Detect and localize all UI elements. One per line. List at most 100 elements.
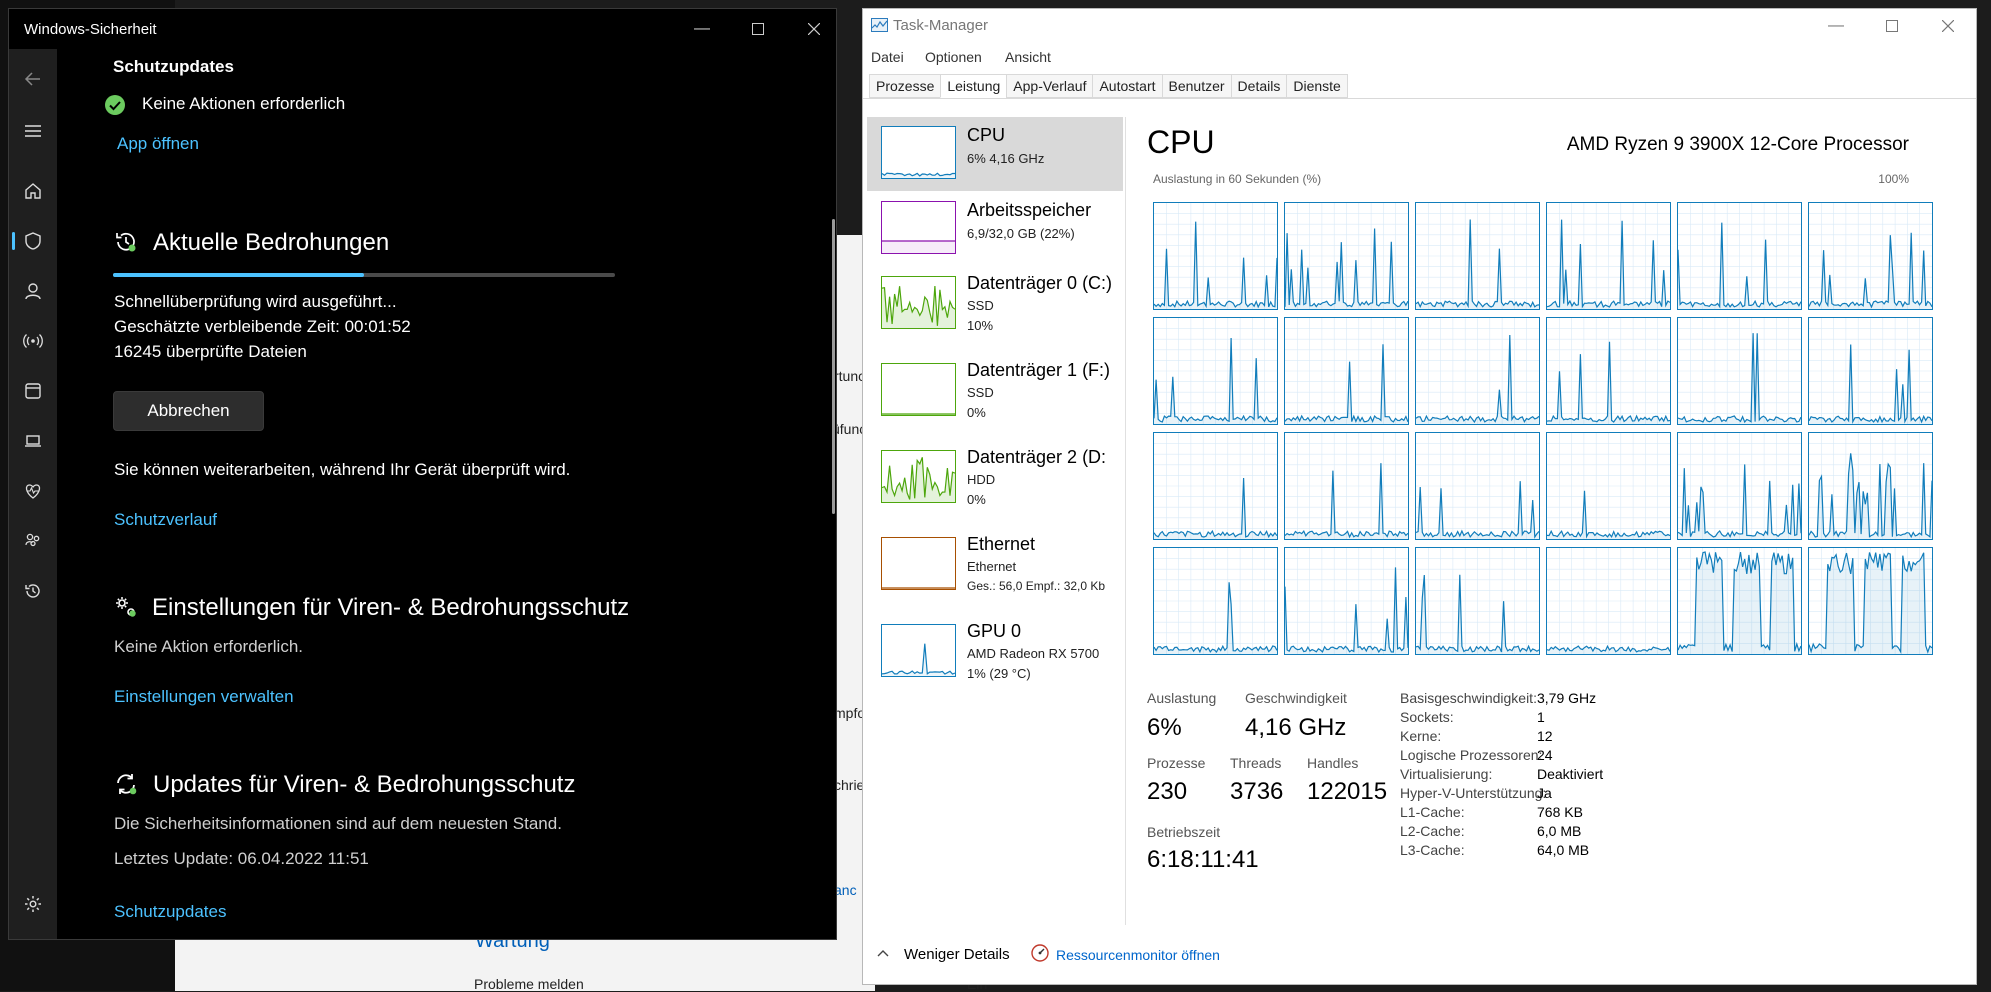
tab-services[interactable]: Dienste [1286,74,1348,98]
title-bar[interactable]: Task-Manager — [863,9,1976,41]
menu-button[interactable] [9,111,57,151]
processor-graph-canvas [1678,433,1801,539]
nav-settings[interactable] [9,884,57,924]
logical-processor-graph [1284,202,1409,310]
tab-app-history[interactable]: App-Verlauf [1006,74,1094,98]
info-label: Basisgeschwindigkeit: [1400,690,1537,706]
health-icon [25,484,41,499]
open-resource-monitor-link[interactable]: Ressourcenmonitor öffnen [1056,947,1220,963]
cancel-scan-button[interactable]: Abbrechen [113,391,264,431]
scan-note: Sie können weiterarbeiten, während Ihr G… [114,460,571,479]
tab-users[interactable]: Benutzer [1161,74,1232,98]
minimize-button[interactable]: — [679,15,725,43]
logical-processor-graph [1808,317,1933,425]
current-threats-title: Aktuelle Bedrohungen [153,229,390,256]
resource-usage: 10% [967,318,994,333]
resource-gpu[interactable]: GPU 0 AMD Radeon RX 5700 1% (29 °C) [867,615,1123,689]
processes-value: 230 [1147,778,1188,805]
resource-name: Datenträger 2 (D: [967,447,1107,467]
windows-security-window: Windows-Sicherheit — Schutzupdates Keine… [8,8,837,940]
info-value: 3,79 GHz [1537,690,1597,706]
uptime-value: 6:18:11:41 [1147,846,1259,873]
resource-usage: 1% (29 °C) [967,666,1031,681]
processor-graph-canvas [1154,203,1277,309]
logical-processor-graph [1677,432,1802,540]
resource-usage: 0% [967,492,986,507]
device-icon [25,435,41,447]
minimize-button[interactable]: — [1813,13,1859,39]
threads-label: Threads [1230,755,1282,771]
tab-startup[interactable]: Autostart [1092,74,1163,98]
nav-virus-protection[interactable] [9,221,57,261]
resource-type: SSD [967,385,994,400]
graph-area [882,643,955,676]
cpu-model: AMD Ryzen 9 3900X 12-Core Processor [1566,134,1909,155]
tab-performance[interactable]: Leistung [940,74,1008,98]
nav-device-health[interactable] [9,471,57,511]
tab-processes[interactable]: Prozesse [869,74,942,98]
disk-1-thumbnail-graph [881,363,956,416]
history-icon [25,584,40,598]
info-value: 64,0 MB [1537,842,1590,858]
info-value: 12 [1537,728,1553,744]
logical-processor-graph [1677,547,1802,655]
nav-protection-history[interactable] [9,571,57,611]
close-icon [1942,20,1954,32]
menu-file[interactable]: Datei [871,49,904,65]
task-manager-window: Task-Manager — Datei Optionen Ansicht Pr… [862,8,1977,985]
processor-graph-canvas [1809,548,1932,654]
logical-processor-graph [1153,317,1278,425]
logical-processor-graph [1284,547,1409,655]
processor-graph-canvas [1416,203,1539,309]
processor-graph-canvas [1547,548,1670,654]
close-button[interactable] [1925,13,1971,39]
manage-settings-link[interactable]: Einstellungen verwalten [114,687,294,707]
tab-details[interactable]: Details [1230,74,1288,98]
processor-graph-canvas [1809,433,1932,539]
resource-monitor-icon [1031,944,1049,962]
resource-list: CPU 6% 4,16 GHz Arbeitsspeicher 6,9/32,0… [867,117,1123,947]
scan-status-line: Schnellüberprüfung wird ausgeführt... [114,292,397,311]
gpu-thumbnail-graph [881,624,956,677]
processor-graph-canvas [1547,433,1670,539]
maximize-button[interactable] [735,15,781,43]
resource-name: Datenträger 1 (F:) [967,360,1111,380]
nav-device-security[interactable] [9,421,57,461]
logical-processor-graph [1153,432,1278,540]
menu-options[interactable]: Optionen [925,49,982,65]
nav-home[interactable] [9,171,57,211]
resource-name: Datenträger 0 (C:) [967,273,1113,293]
resource-memory[interactable]: Arbeitsspeicher 6,9/32,0 GB (22%) [867,192,1123,266]
processor-graph-canvas [1547,318,1670,424]
resource-cpu[interactable]: CPU 6% 4,16 GHz [867,117,1123,191]
task-manager-icon [871,18,888,32]
scrollbar-thumb[interactable] [832,219,835,514]
back-button[interactable] [9,59,57,99]
nav-family-options[interactable] [9,521,57,561]
open-app-link[interactable]: App öffnen [117,134,199,154]
cpu-thumbnail-graph [881,126,956,179]
info-value: 24 [1537,747,1553,763]
maximize-button[interactable] [1869,13,1915,39]
menu-icon [25,125,41,137]
resource-disk-1[interactable]: Datenträger 1 (F:) SSD 0% [867,354,1123,428]
fewer-details-button[interactable]: Weniger Details [904,946,1010,963]
resource-ethernet[interactable]: Ethernet Ethernet Ges.: 56,0 Empf.: 32,0… [867,528,1123,602]
nav-account-protection[interactable] [9,271,57,311]
resource-disk-0[interactable]: Datenträger 0 (C:) SSD 10% [867,267,1123,341]
logical-processor-graph [1677,202,1802,310]
info-value: Deaktiviert [1537,766,1604,782]
virus-settings-status: Keine Aktion erforderlich. [114,637,303,656]
nav-firewall[interactable] [9,321,57,361]
logical-processor-graph [1415,432,1540,540]
info-label: Hyper-V-Unterstützung: [1400,785,1547,801]
uptime-label: Betriebszeit [1147,824,1221,840]
close-button[interactable] [791,15,836,43]
protection-history-link[interactable]: Schutzverlauf [114,510,217,530]
protection-updates-link[interactable]: Schutzupdates [114,902,226,922]
logical-processor-graph [1546,432,1671,540]
resource-disk-2[interactable]: Datenträger 2 (D: HDD 0% [867,441,1123,515]
nav-app-browser-control[interactable] [9,371,57,411]
history-scan-icon [116,232,136,252]
menu-view[interactable]: Ansicht [1005,49,1051,65]
